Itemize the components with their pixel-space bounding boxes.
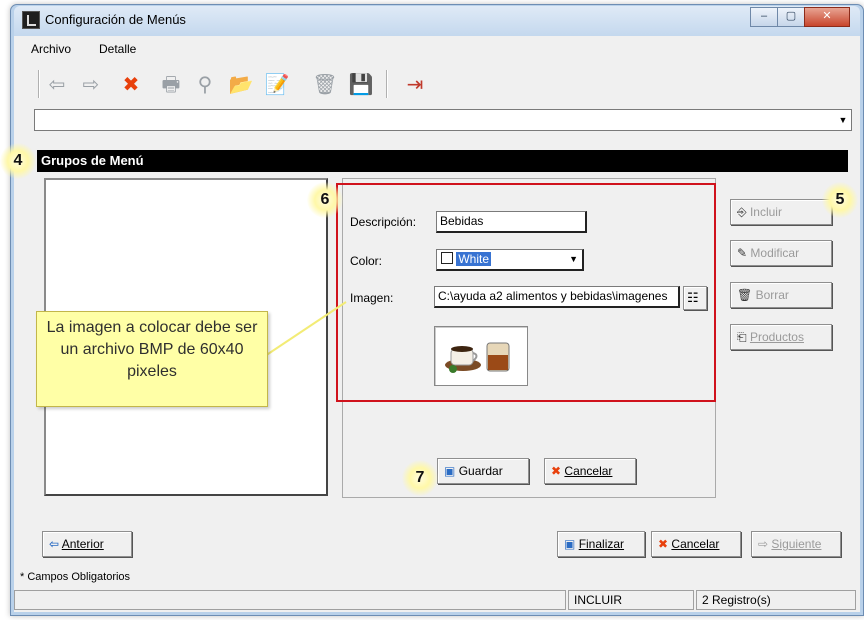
back-icon[interactable]: ⇦ [44, 72, 70, 98]
app-icon [22, 11, 40, 29]
record-combo[interactable] [34, 109, 852, 131]
exit-icon[interactable]: ⇥ [402, 72, 428, 98]
status-mode: INCLUIR [568, 590, 694, 610]
cancel-icon: ✖ [551, 464, 562, 478]
chevron-down-icon[interactable]: ▼ [836, 110, 850, 130]
cancelar-form-button[interactable]: ✖ Cancelar [544, 458, 636, 484]
status-bar: INCLUIR 2 Registro(s) [14, 588, 860, 610]
callout-connector [261, 301, 347, 359]
browse-image-button[interactable]: ☷ [683, 286, 707, 310]
productos-button[interactable]: ⎗ Productos [730, 324, 832, 350]
edit-icon: ✎ [737, 246, 748, 260]
anterior-button[interactable]: ⇦ Anterior [42, 531, 132, 557]
color-value: White [456, 252, 492, 266]
save-icon: ▣ [444, 464, 456, 478]
search-icon[interactable]: ⚲ [192, 72, 218, 98]
toolbar-separator [386, 70, 388, 98]
imagen-path-field[interactable]: C:\ayuda a2 alimentos y bebidas\imagenes [434, 286, 680, 308]
step-badge-6: 6 [307, 182, 343, 218]
toolbar-separator [38, 70, 40, 98]
cancel-icon: ✖ [658, 537, 669, 551]
window-title: Configuración de Menús [45, 12, 186, 27]
image-tip-callout: La imagen a colocar debe ser un archivo … [36, 311, 268, 407]
incluir-button[interactable]: ⎆ Incluir [730, 199, 832, 225]
section-header: Grupos de Menú [37, 150, 848, 172]
trash-icon: 🗑 [737, 288, 753, 302]
color-select[interactable]: White ▼ [436, 249, 584, 271]
finalizar-button[interactable]: ▣ Finalizar [557, 531, 645, 557]
step-badge-7: 7 [402, 460, 438, 496]
minimize-button[interactable]: – [750, 7, 778, 27]
image-preview [434, 326, 528, 386]
menu-archivo[interactable]: Archivo [31, 42, 71, 56]
print-icon[interactable]: 🖶 [158, 72, 184, 98]
trash-icon[interactable]: 🗑 [312, 72, 338, 98]
finish-icon: ▣ [564, 537, 576, 551]
arrow-right-icon: ⇨ [758, 537, 769, 551]
arrow-left-icon: ⇦ [49, 537, 60, 551]
status-record-count: 2 Registro(s) [696, 590, 856, 610]
descripcion-label: Descripción: [350, 215, 417, 229]
close-button[interactable]: ✕ [804, 7, 850, 27]
maximize-button[interactable]: ▢ [777, 7, 805, 27]
delete-icon[interactable]: ✖ [118, 72, 144, 98]
borrar-button[interactable]: 🗑 Borrar [730, 282, 832, 308]
color-label: Color: [350, 254, 383, 268]
modificar-button[interactable]: ✎ Modificar [730, 240, 832, 266]
imagen-label: Imagen: [350, 291, 394, 305]
add-icon: ⎆ [737, 205, 747, 219]
step-badge-4: 4 [0, 143, 36, 179]
menu-detalle[interactable]: Detalle [99, 42, 136, 56]
color-swatch [441, 252, 453, 264]
guardar-button[interactable]: ▣ Guardar [437, 458, 529, 484]
open-folder-icon[interactable]: 📂 [228, 72, 254, 98]
edit-icon[interactable]: 📝 [264, 72, 290, 98]
status-cell-empty [14, 590, 566, 610]
chevron-down-icon[interactable]: ▼ [569, 250, 578, 268]
siguiente-button[interactable]: ⇨ Siguiente [751, 531, 841, 557]
products-icon: ⎗ [737, 330, 747, 344]
folder-tree-icon: ☷ [687, 290, 699, 305]
descripcion-field[interactable]: Bebidas [436, 211, 587, 233]
save-icon[interactable]: 💾 [348, 72, 374, 98]
required-fields-note: * Campos Obligatorios [20, 571, 131, 583]
drinks-image [445, 342, 510, 373]
step-badge-5: 5 [822, 182, 858, 218]
forward-icon[interactable]: ⇨ [78, 72, 104, 98]
cancelar-nav-button[interactable]: ✖ Cancelar [651, 531, 741, 557]
